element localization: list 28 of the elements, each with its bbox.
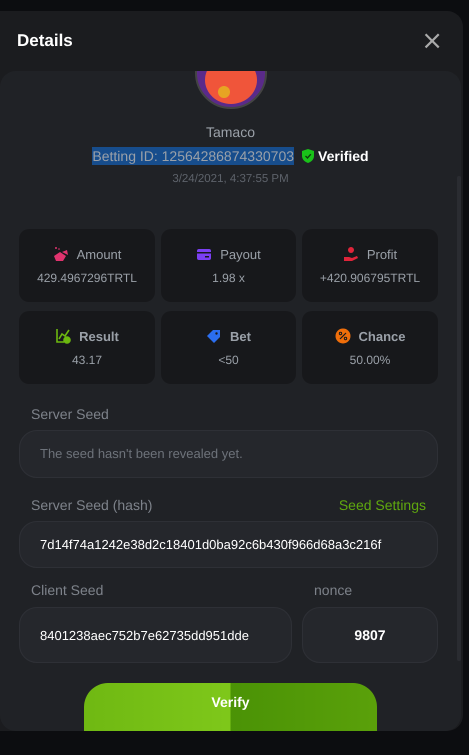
- stat-label: Profit: [366, 246, 398, 262]
- stat-value: 1.98 x: [212, 271, 245, 285]
- field-label: Server Seed: [31, 406, 110, 422]
- field-label: Server Seed (hash): [31, 496, 152, 512]
- server-seed-field[interactable]: The seed hasn't been revealed yet.: [19, 430, 438, 478]
- close-button[interactable]: ×: [421, 28, 443, 54]
- server-seed-hash-field[interactable]: 7d14f74a1242e38d2c18401d0ba92c6b430f966d68a3c216f: [19, 520, 438, 568]
- stat-value: 429.4967296TRTL: [37, 271, 137, 285]
- field-label: nonce: [314, 582, 354, 598]
- stat-label: Amount: [76, 246, 122, 262]
- stat-label: Chance: [358, 328, 406, 344]
- dialog-title: Details: [17, 31, 73, 51]
- verified-label: Verified: [318, 148, 369, 164]
- stat-value: <50: [218, 353, 239, 367]
- field-label: Client Seed: [31, 582, 104, 598]
- shield-check-icon: [302, 149, 314, 163]
- stat-value: 50.00%: [350, 353, 390, 367]
- player-name: Tamaco: [204, 124, 256, 140]
- stat-value: 43.17: [72, 353, 102, 367]
- seed-settings-link[interactable]: Seed Settings: [338, 496, 426, 512]
- nonce-field[interactable]: 9807: [302, 607, 438, 663]
- betting-id: Betting ID: 12564286874330703: [92, 147, 294, 165]
- stat-label: Result: [79, 328, 119, 344]
- stat-label: Payout: [220, 246, 261, 262]
- client-seed-field[interactable]: 8401238aec752b7e62735dd951dde: [19, 607, 292, 663]
- stat-label: Bet: [230, 328, 251, 344]
- bet-date: 3/24/2021, 4:37:55 PM: [171, 173, 290, 185]
- stat-value: +420.906795TRTL: [320, 271, 420, 285]
